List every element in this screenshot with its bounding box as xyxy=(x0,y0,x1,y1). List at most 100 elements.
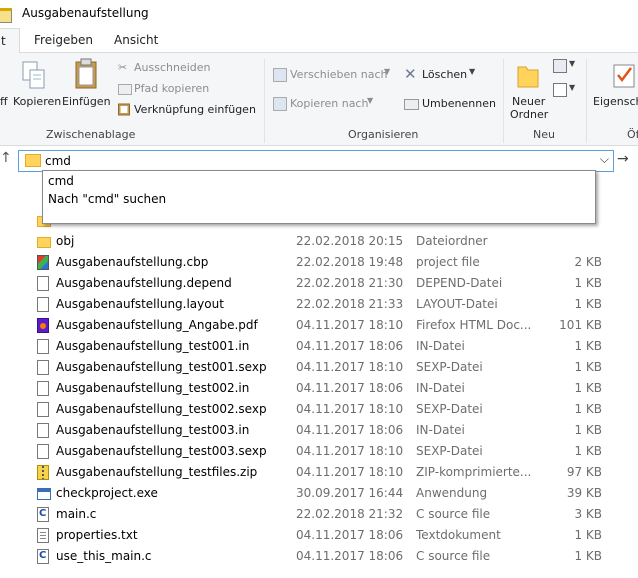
doc-file-icon xyxy=(37,423,49,438)
file-date: 22.02.2018 19:48 xyxy=(296,255,404,269)
title-bar: Ausgabenaufstellung xyxy=(0,0,638,28)
file-name: Ausgabenaufstellung_test001.sexp xyxy=(56,360,267,374)
tab-freigeben[interactable]: Freigeben xyxy=(34,33,93,47)
file-name: Ausgabenaufstellung_test001.in xyxy=(56,339,250,353)
paste-icon xyxy=(75,58,97,89)
file-type: Firefox HTML Doc... xyxy=(416,318,532,332)
ribbon-tabs: t Freigeben Ansicht xyxy=(0,28,638,53)
file-row[interactable]: Ausgabenaufstellung_test002.in 04.11.2017… xyxy=(0,378,638,399)
tab-start[interactable]: t xyxy=(0,28,20,53)
file-date: 04.11.2017 18:10 xyxy=(296,318,404,332)
chevron-down-icon: ▼ xyxy=(367,96,374,105)
file-row[interactable]: Ausgabenaufstellung_Angabe.pdf 04.11.2017… xyxy=(0,315,638,336)
file-date: 22.02.2018 21:30 xyxy=(296,276,404,290)
doc-file-icon xyxy=(37,381,49,396)
file-name: Ausgabenaufstellung.depend xyxy=(56,276,232,290)
file-type: C source file xyxy=(416,549,491,563)
file-name: Ausgabenaufstellung.cbp xyxy=(56,255,209,269)
properties-button[interactable]: Eigensch xyxy=(593,95,638,108)
file-size: 1 KB xyxy=(574,423,602,437)
go-arrow-icon[interactable]: → xyxy=(617,151,629,167)
scissors-icon: ✂ xyxy=(118,61,128,74)
file-row[interactable]: checkproject.exe 30.09.2017 16:44 Anwendun… xyxy=(0,483,638,504)
address-suggestions: cmd Nach "cmd" suchen xyxy=(42,170,596,224)
cut-button[interactable]: Ausschneiden xyxy=(134,61,211,74)
cbp-file-icon xyxy=(37,255,49,270)
folder-file-icon xyxy=(37,237,51,248)
copy-path-button[interactable]: Pfad kopieren xyxy=(134,82,209,95)
move-to-icon xyxy=(273,68,287,82)
delete-button[interactable]: Löschen xyxy=(422,68,467,81)
file-name: Ausgabenaufstellung_Angabe.pdf xyxy=(56,318,258,332)
file-date: 04.11.2017 18:10 xyxy=(296,465,404,479)
chevron-down-icon[interactable]: ⌵ xyxy=(600,152,609,167)
paste-shortcut-icon xyxy=(118,103,130,116)
rename-button[interactable]: Umbenennen xyxy=(422,97,496,110)
file-name: Ausgabenaufstellung_test002.in xyxy=(56,381,250,395)
file-type: Textdokument xyxy=(416,528,501,542)
file-size: 39 KB xyxy=(566,486,602,500)
open-group-label: Öf xyxy=(627,128,638,141)
suggestion-item[interactable]: Nach "cmd" suchen xyxy=(48,192,166,206)
copy-path-icon xyxy=(118,84,132,95)
file-type: IN-Datei xyxy=(416,381,465,395)
file-row[interactable]: Ausgabenaufstellung.layout 22.02.2018 21:… xyxy=(0,294,638,315)
tab-ansicht[interactable]: Ansicht xyxy=(114,33,158,47)
file-row[interactable]: use_this_main.c 04.11.2017 18:06 C source … xyxy=(0,546,638,567)
copy-button[interactable]: Kopieren xyxy=(13,95,61,108)
file-type: Anwendung xyxy=(416,486,488,500)
pin-button-label[interactable]: ff xyxy=(0,95,8,108)
address-input[interactable]: cmd xyxy=(45,154,71,168)
file-row[interactable]: Ausgabenaufstellung_test003.sexp 04.11.20… xyxy=(0,441,638,462)
file-row[interactable]: Ausgabenaufstellung_test002.sexp 04.11.20… xyxy=(0,399,638,420)
file-name: main.c xyxy=(56,507,97,521)
file-name: Ausgabenaufstellung_test002.sexp xyxy=(56,402,267,416)
new-folder-button-line2[interactable]: Ordner xyxy=(510,108,548,121)
cfile-file-icon xyxy=(37,507,49,522)
properties-icon xyxy=(613,64,635,88)
file-row[interactable]: Ausgabenaufstellung_testfiles.zip 04.11.2… xyxy=(0,462,638,483)
file-date: 22.02.2018 21:32 xyxy=(296,507,404,521)
suggestion-item[interactable]: cmd xyxy=(48,174,74,188)
doc-file-icon xyxy=(37,360,49,375)
copy-to-button[interactable]: Kopieren nach xyxy=(290,97,368,110)
txt-file-icon xyxy=(37,528,49,543)
file-row[interactable]: Ausgabenaufstellung.depend 22.02.2018 21:… xyxy=(0,273,638,294)
file-size: 2 KB xyxy=(574,255,602,269)
file-name: checkproject.exe xyxy=(56,486,158,500)
new-folder-button[interactable]: Neuer xyxy=(512,95,545,108)
doc-file-icon xyxy=(37,402,49,417)
paste-button[interactable]: Einfügen xyxy=(62,95,111,108)
file-row[interactable]: Ausgabenaufstellung_test001.in 04.11.2017… xyxy=(0,336,638,357)
file-type: IN-Datei xyxy=(416,339,465,353)
file-row[interactable]: Ausgabenaufstellung_test003.in 04.11.2017… xyxy=(0,420,638,441)
file-date: 30.09.2017 16:44 xyxy=(296,486,404,500)
address-bar[interactable]: cmd ⌵ xyxy=(18,150,614,172)
file-row[interactable]: properties.txt 04.11.2017 18:06 Textdokume… xyxy=(0,525,638,546)
file-row[interactable]: obj 22.02.2018 20:15 Dateiordner xyxy=(0,231,638,252)
paste-shortcut-button[interactable]: Verknüpfung einfügen xyxy=(134,103,256,116)
file-date: 04.11.2017 18:06 xyxy=(296,339,404,353)
up-arrow-icon[interactable]: ↑ xyxy=(0,150,12,166)
file-row[interactable]: Ausgabenaufstellung.cbp 22.02.2018 19:48 p… xyxy=(0,252,638,273)
folder-icon xyxy=(25,154,41,167)
folder-icon xyxy=(0,8,12,23)
file-size: 3 KB xyxy=(574,507,602,521)
easy-access-icon[interactable] xyxy=(553,83,567,97)
file-size: 101 KB xyxy=(559,318,602,332)
doc-file-icon xyxy=(37,444,49,459)
file-size: 1 KB xyxy=(574,381,602,395)
file-date: 22.02.2018 20:15 xyxy=(296,234,404,248)
file-row[interactable]: main.c 22.02.2018 21:32 C source file 3 KB xyxy=(0,504,638,525)
move-to-button[interactable]: Verschieben nach xyxy=(290,68,388,81)
file-size: 1 KB xyxy=(574,339,602,353)
file-date: 04.11.2017 18:10 xyxy=(296,402,404,416)
new-group-label: Neu xyxy=(533,128,555,141)
file-date: 04.11.2017 18:10 xyxy=(296,444,404,458)
cfile-file-icon xyxy=(37,549,49,564)
file-date: 04.11.2017 18:06 xyxy=(296,423,404,437)
file-date: 04.11.2017 18:10 xyxy=(296,360,404,374)
file-type: C source file xyxy=(416,507,491,521)
file-row[interactable]: Ausgabenaufstellung_test001.sexp 04.11.20… xyxy=(0,357,638,378)
new-item-icon[interactable] xyxy=(553,59,567,73)
